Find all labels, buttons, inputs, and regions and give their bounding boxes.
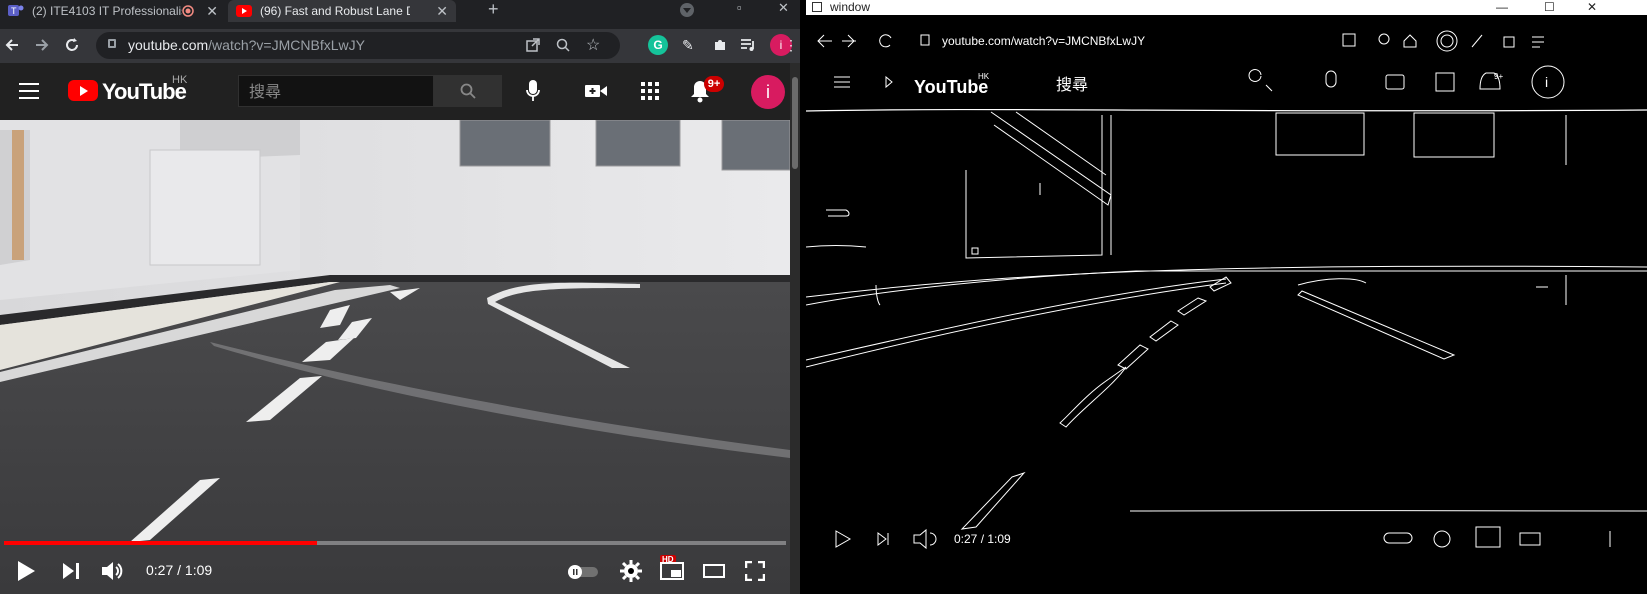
video-player[interactable] [0,120,790,594]
tab-teams[interactable]: T (2) ITE4103 IT Professionalism ✕ [0,0,226,22]
play-icon[interactable] [16,560,36,582]
forward-icon[interactable] [34,37,50,53]
theater-mode-icon[interactable] [703,564,725,578]
minimize-icon[interactable]: — [1496,0,1508,14]
svg-text:T: T [11,6,17,16]
tab-close-icon[interactable]: ✕ [206,3,218,20]
search-input[interactable] [239,76,433,106]
settings-gear-icon[interactable] [620,560,642,582]
restore-icon[interactable]: ▫ [737,0,742,15]
chrome-window: T (2) ITE4103 IT Professionalism ✕ (96) … [0,0,800,594]
cv-avatar-text: i [1545,74,1548,90]
window-close-icon[interactable]: ✕ [778,0,789,16]
cv-notification-text: 9+ [1494,72,1503,81]
autoplay-toggle-icon[interactable] [568,565,598,579]
fullscreen-icon[interactable] [745,561,765,581]
pen-extension-icon[interactable]: ✎ [682,35,694,55]
search-button[interactable] [434,75,502,107]
back-icon[interactable] [4,37,20,53]
progress-played [4,541,317,545]
cv-search-text: 搜尋 [1056,76,1088,94]
extensions-puzzle-icon[interactable] [712,37,728,53]
open-in-app-icon[interactable] [526,38,540,52]
youtube-favicon-icon [236,5,252,17]
search-box[interactable] [238,75,434,107]
video-progress-bar[interactable] [4,541,786,545]
tab-search-icon[interactable] [680,3,694,17]
tab-title: (2) ITE4103 IT Professionalism [32,4,182,18]
create-video-icon[interactable] [585,83,607,99]
zoom-icon[interactable] [556,38,570,52]
grammarly-extension-icon[interactable]: G [648,35,668,55]
cv-url-text: youtube.com/watch?v=JMCNBfxLwJY [942,34,1145,48]
region-label: HK [172,74,188,86]
next-icon[interactable] [62,562,80,580]
apps-grid-icon[interactable] [641,82,659,100]
maximize-icon[interactable]: ☐ [1544,0,1555,14]
address-bar[interactable]: youtube.com/watch?v=JMCNBfxLwJY ☆ [96,32,620,59]
bookmark-star-icon[interactable]: ☆ [586,35,600,55]
opencv-window: window — ☐ ✕ youtube.com/watch?v=JMCNBfx… [806,0,1647,594]
account-avatar[interactable]: i [751,75,785,109]
tab-youtube[interactable]: (96) Fast and Robust Lane Dete ✕ [228,0,456,22]
notification-count-badge: 9+ [704,76,724,92]
cv-region-text: HK [978,72,990,81]
time-display: 0:27 / 1:09 [146,562,213,578]
tab-close-icon[interactable]: ✕ [436,3,448,20]
tab-title: (96) Fast and Robust Lane Dete [260,4,410,18]
new-tab-button[interactable]: + [488,0,499,20]
volume-icon[interactable] [101,560,125,582]
window-title: window [830,0,871,14]
url-text: youtube.com/watch?v=JMCNBfxLwJY [128,37,365,53]
reload-icon[interactable] [64,37,80,53]
scrollbar-thumb[interactable] [792,77,798,169]
chrome-menu-icon[interactable]: ⋮ [784,35,798,55]
miniplayer-icon[interactable] [660,562,684,580]
video-frame [0,120,790,594]
search-icon [460,83,476,99]
lock-icon [108,39,116,48]
menu-hamburger-icon[interactable] [19,83,39,99]
tab-strip: T (2) ITE4103 IT Professionalism ✕ (96) … [0,0,800,22]
youtube-play-logo-icon [68,80,98,101]
browser-toolbar: youtube.com/watch?v=JMCNBfxLwJY ☆ G ✎ i … [0,29,800,63]
cv-time-text: 0:27 / 1:09 [954,532,1011,546]
teams-icon: T [8,5,24,16]
youtube-header: YouTube HK [0,63,800,120]
player-controls: 0:27 / 1:09 HD [0,552,790,594]
media-queue-icon[interactable] [740,37,756,53]
close-icon[interactable]: ✕ [1587,0,1597,14]
recording-icon [182,5,194,17]
page-scrollbar[interactable] [790,63,800,594]
edge-detection-canvas: youtube.com/watch?v=JMCNBfxLwJY YouTube … [806,30,1647,550]
window-app-icon [812,2,822,12]
opencv-titlebar: window — ☐ ✕ [806,0,1647,15]
microphone-icon[interactable] [526,80,540,102]
